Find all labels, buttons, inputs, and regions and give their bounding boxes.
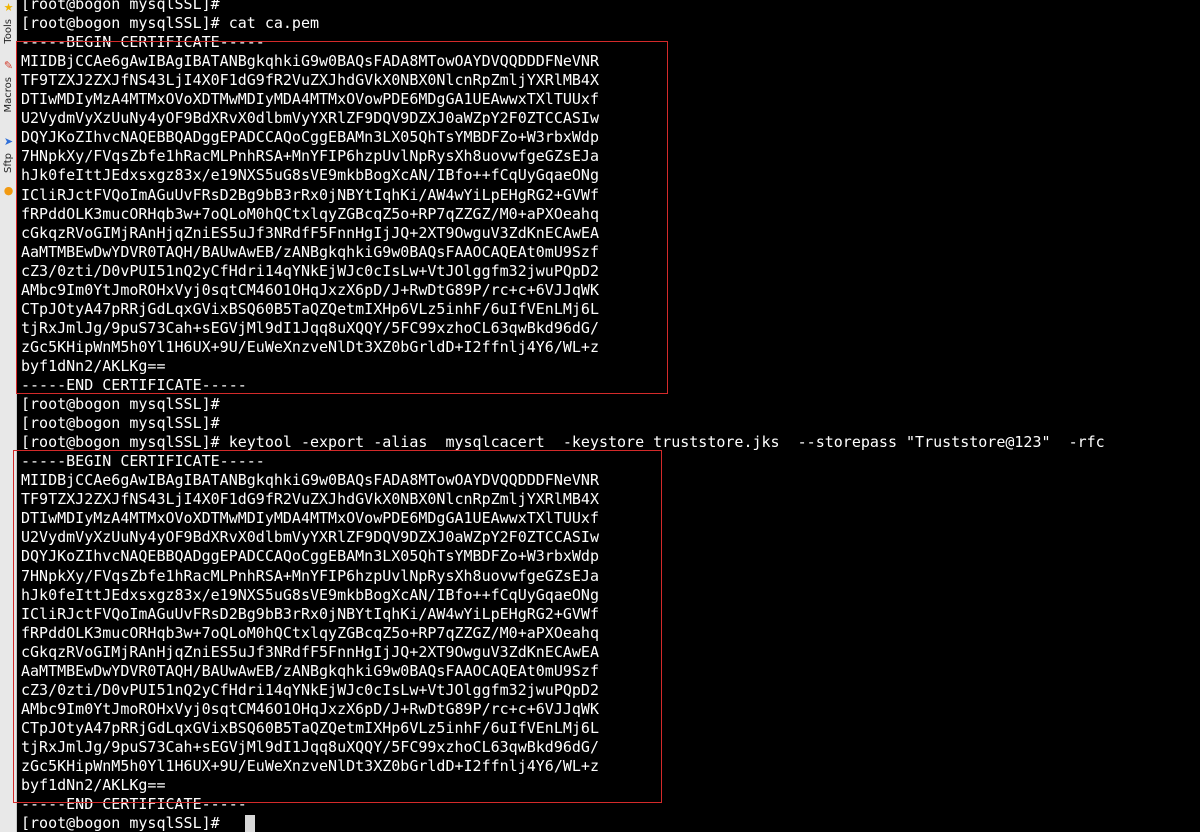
terminal-line: fRPddOLK3mucORHqb3w+7oQLoM0hQCtxlqyZGBcq… xyxy=(21,623,599,642)
side-tab-sftp[interactable]: ➤ Sftp ● xyxy=(0,134,16,204)
sftp-status-icon: ● xyxy=(3,184,14,197)
terminal-line: zGc5KHipWnM5h0Yl1H6UX+9U/EuWeXnzveNlDt3X… xyxy=(21,337,599,356)
terminal-line: cZ3/0zti/D0vPUI51nQ2yCfHdri14qYNkEjWJc0c… xyxy=(21,261,599,280)
terminal-line: tjRxJmlJg/9puS73Cah+sEGVjMl9dI1Jqq8uXQQY… xyxy=(21,737,599,756)
terminal-line: MIIDBjCCAe6gAwIBAgIBATANBgkqhkiG9w0BAQsF… xyxy=(21,471,599,490)
side-tab-tools-label: Tools xyxy=(3,19,14,44)
terminal-line: AaMTMBEwDwYDVR0TAQH/BAUwAwEB/zANBgkqhkiG… xyxy=(21,242,599,261)
terminal-line: -----END CERTIFICATE----- xyxy=(21,376,247,394)
terminal-line: AaMTMBEwDwYDVR0TAQH/BAUwAwEB/zANBgkqhkiG… xyxy=(21,661,599,680)
terminal-line: CTpJOtyA47pRRjGdLqxGVixBSQ60B5TaQZQetmIX… xyxy=(21,299,599,318)
terminal-line: TF9TZXJ2ZXJfNS43LjI4X0F1dG9fR2VuZXJhdGVk… xyxy=(21,71,599,90)
side-toolbar: ★ Tools ✎ Macros ➤ Sftp ● xyxy=(0,0,17,832)
terminal-line: [root@bogon mysqlSSL]# cat ca.pem xyxy=(21,14,320,33)
terminal-line: fRPddOLK3mucORHqb3w+7oQLoM0hQCtxlqyZGBcq… xyxy=(21,204,599,223)
terminal-line: AMbc9Im0YtJmoROHxVyj0sqtCM46O1OHqJxzX6pD… xyxy=(21,699,599,718)
terminal-line: [root@bogon mysqlSSL]# xyxy=(21,414,220,433)
terminal-line: [root@bogon mysqlSSL]# xyxy=(21,814,229,832)
terminal-line: TF9TZXJ2ZXJfNS43LjI4X0F1dG9fR2VuZXJhdGVk… xyxy=(21,490,599,509)
terminal-line: MIIDBjCCAe6gAwIBAgIBATANBgkqhkiG9w0BAQsF… xyxy=(21,52,599,71)
terminal-line: DTIwMDIyMzA4MTMxOVoXDTMwMDIyMDA4MTMxOVow… xyxy=(21,90,599,109)
terminal-line: AMbc9Im0YtJmoROHxVyj0sqtCM46O1OHqJxzX6pD… xyxy=(21,280,599,299)
terminal-line: cZ3/0zti/D0vPUI51nQ2yCfHdri14qYNkEjWJc0c… xyxy=(21,680,599,699)
terminal-line: 7HNpkXy/FVqsZbfe1hRacMLPnhRSA+MnYFIP6hzp… xyxy=(21,566,599,585)
terminal-line: hJk0feIttJEdxsxgz83x/e19NXS5uG8sVE9mkbBo… xyxy=(21,585,599,604)
terminal-line: hJk0feIttJEdxsxgz83x/e19NXS5uG8sVE9mkbBo… xyxy=(21,166,599,185)
terminal-line: [root@bogon mysqlSSL]# xyxy=(21,395,220,414)
terminal-output[interactable]: [root@bogon mysqlSSL]# [root@bogon mysqlS… xyxy=(21,0,1200,832)
terminal-line: DQYJKoZIhvcNAQEBBQADggEPADCCAQoCggEBAMn3… xyxy=(21,128,599,147)
terminal-line: DTIwMDIyMzA4MTMxOVoXDTMwMDIyMDA4MTMxOVow… xyxy=(21,509,599,528)
terminal-line: U2VydmVyXzUuNy4yOF9BdXRvX0dlbmVyYXRlZF9D… xyxy=(21,109,599,128)
terminal-line: -----BEGIN CERTIFICATE----- xyxy=(21,452,265,471)
terminal-line: zGc5KHipWnM5h0Yl1H6UX+9U/EuWeXnzveNlDt3X… xyxy=(21,757,599,775)
side-tab-sftp-label: Sftp xyxy=(3,153,14,173)
paper-plane-icon: ➤ xyxy=(3,135,14,148)
terminal-line: ICliRJctFVQoImAGuUvFRsD2Bg9bB3rRx0jNBYtI… xyxy=(21,604,599,623)
terminal-line: byf1dNn2/AKLKg== xyxy=(21,776,166,795)
side-tab-macros-label: Macros xyxy=(3,77,14,113)
terminal-line: cGkqzRVoGIMjRAnHjqZniES5uJf3NRdfF5FnnHgI… xyxy=(21,642,599,661)
terminal-line: [root@bogon mysqlSSL]# xyxy=(21,0,220,13)
terminal-line: cGkqzRVoGIMjRAnHjqZniES5uJf3NRdfF5FnnHgI… xyxy=(21,223,599,242)
star-icon: ★ xyxy=(3,1,14,14)
wrench-icon: ✎ xyxy=(3,59,14,72)
terminal-window: ★ Tools ✎ Macros ➤ Sftp ● [root@bogon my… xyxy=(0,0,1200,832)
terminal-line: DQYJKoZIhvcNAQEBBQADggEPADCCAQoCggEBAMn3… xyxy=(21,547,599,566)
terminal-line: 7HNpkXy/FVqsZbfe1hRacMLPnhRSA+MnYFIP6hzp… xyxy=(21,147,599,166)
terminal-line: -----END CERTIFICATE----- xyxy=(21,795,247,814)
terminal-line: CTpJOtyA47pRRjGdLqxGVixBSQ60B5TaQZQetmIX… xyxy=(21,718,599,737)
terminal-line: byf1dNn2/AKLKg== xyxy=(21,356,166,375)
terminal-line: tjRxJmlJg/9puS73Cah+sEGVjMl9dI1Jqq8uXQQY… xyxy=(21,318,599,337)
terminal-line: -----BEGIN CERTIFICATE----- xyxy=(21,33,265,52)
side-tab-macros[interactable]: ✎ Macros xyxy=(0,57,16,133)
terminal-line: ICliRJctFVQoImAGuUvFRsD2Bg9bB3rRx0jNBYtI… xyxy=(21,185,599,204)
terminal-line: [root@bogon mysqlSSL]# keytool -export -… xyxy=(21,433,1105,452)
terminal-line: U2VydmVyXzUuNy4yOF9BdXRvX0dlbmVyYXRlZF9D… xyxy=(21,528,599,547)
terminal-cursor xyxy=(245,815,255,832)
side-tab-tools[interactable]: ★ Tools xyxy=(0,0,16,56)
